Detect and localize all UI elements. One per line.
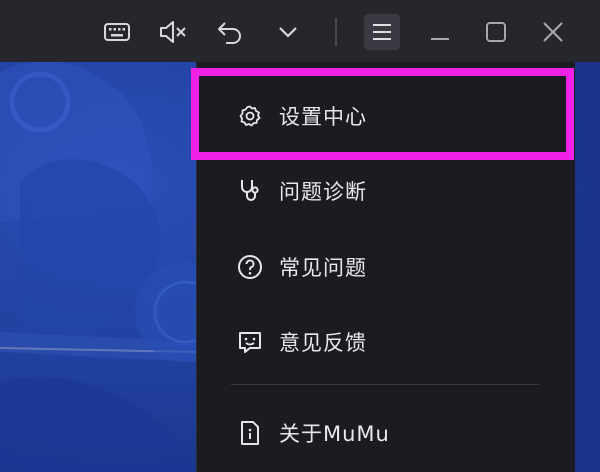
question-icon (237, 254, 263, 280)
close-button[interactable] (535, 14, 571, 50)
maximize-icon (486, 22, 506, 42)
more-button[interactable] (270, 14, 306, 50)
menu-item-label: 设置中心 (279, 105, 367, 129)
main-dropdown-menu: 设置中心 问题诊断 常见问题 意见反馈 关于MuMu (196, 62, 575, 472)
menu-item-settings[interactable]: 设置中心 (197, 88, 575, 144)
title-bar (0, 0, 600, 62)
stethoscope-icon (237, 178, 263, 204)
undo-icon (218, 22, 241, 44)
undo-button[interactable] (212, 14, 248, 50)
minimize-icon (431, 38, 449, 40)
menu-item-label: 意见反馈 (279, 331, 367, 355)
keyboard-button[interactable] (99, 14, 135, 50)
minimize-button[interactable] (422, 14, 458, 50)
mute-icon (160, 21, 186, 43)
chevron-down-icon (279, 27, 297, 38)
menu-icon (373, 24, 391, 40)
menu-item-label: 常见问题 (279, 256, 367, 280)
close-icon (543, 22, 563, 42)
gear-icon (237, 103, 263, 129)
menu-item-about[interactable]: 关于MuMu (197, 405, 575, 461)
menu-item-feedback[interactable]: 意见反馈 (197, 314, 575, 370)
menu-divider (231, 384, 539, 385)
mute-button[interactable] (155, 14, 191, 50)
menu-item-label: 问题诊断 (279, 180, 367, 204)
menu-button[interactable] (364, 14, 400, 50)
menu-item-faq[interactable]: 常见问题 (197, 239, 575, 295)
toolbar-divider (335, 18, 337, 46)
emulator-window: 设置中心 问题诊断 常见问题 意见反馈 关于MuMu (0, 0, 600, 472)
menu-item-label: 关于MuMu (279, 422, 390, 446)
keyboard-icon (104, 23, 130, 41)
menu-item-diagnosis[interactable]: 问题诊断 (197, 163, 575, 219)
maximize-button[interactable] (478, 14, 514, 50)
feedback-icon (237, 329, 263, 355)
info-document-icon (237, 420, 263, 446)
